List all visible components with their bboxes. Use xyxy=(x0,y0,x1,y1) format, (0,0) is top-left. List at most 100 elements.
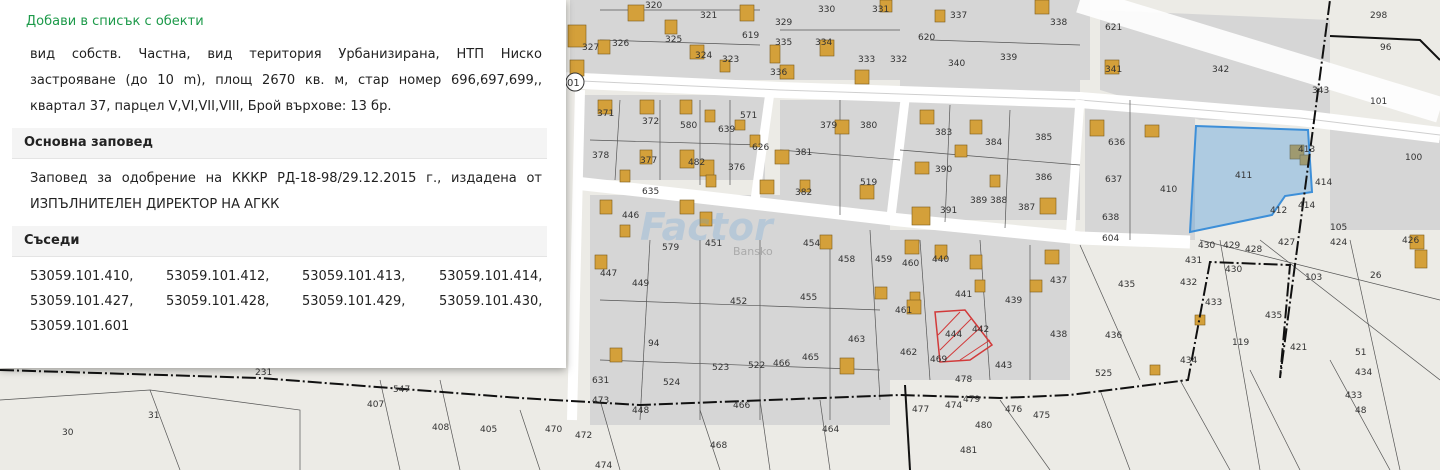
neighbor-item[interactable]: 53059.101.410, xyxy=(30,264,166,289)
svg-text:464: 464 xyxy=(822,425,839,435)
svg-text:336: 336 xyxy=(770,68,787,78)
svg-text:430: 430 xyxy=(1225,265,1242,275)
svg-text:469: 469 xyxy=(930,355,947,365)
svg-text:427: 427 xyxy=(1278,238,1295,248)
svg-text:332: 332 xyxy=(890,55,907,65)
svg-text:430: 430 xyxy=(1198,241,1215,251)
svg-text:637: 637 xyxy=(1105,175,1122,185)
svg-text:522: 522 xyxy=(748,361,765,371)
svg-text:405: 405 xyxy=(480,425,497,435)
svg-text:320: 320 xyxy=(645,1,662,11)
svg-text:443: 443 xyxy=(995,361,1012,371)
svg-text:333: 333 xyxy=(858,55,875,65)
svg-text:524: 524 xyxy=(663,378,680,388)
order-text: Заповед за одобрение на КККР РД-18-98/29… xyxy=(30,171,542,212)
parcel-info-panel: Добави в списък с обекти вид собств. Час… xyxy=(0,0,566,368)
parcel-description: вид собств. Частна, вид територия Урбани… xyxy=(30,47,542,114)
svg-text:342: 342 xyxy=(1212,65,1229,75)
svg-text:428: 428 xyxy=(1245,245,1262,255)
neighbors-list: 53059.101.410, 53059.101.412, 53059.101.… xyxy=(30,264,550,339)
svg-text:571: 571 xyxy=(740,111,757,121)
svg-text:440: 440 xyxy=(932,255,949,265)
svg-text:458: 458 xyxy=(838,255,855,265)
svg-text:337: 337 xyxy=(950,11,967,21)
order-heading: Основна заповед xyxy=(12,128,547,159)
svg-text:461: 461 xyxy=(895,306,912,316)
svg-text:525: 525 xyxy=(1095,369,1112,379)
svg-text:478: 478 xyxy=(955,375,972,385)
svg-text:466: 466 xyxy=(773,359,790,369)
svg-text:547: 547 xyxy=(393,385,410,395)
svg-text:119: 119 xyxy=(1232,338,1249,348)
svg-text:636: 636 xyxy=(1108,138,1125,148)
svg-text:388: 388 xyxy=(990,196,1007,206)
svg-text:477: 477 xyxy=(912,405,929,415)
svg-text:434: 434 xyxy=(1355,368,1372,378)
neighbor-item[interactable]: 53059.101.430, xyxy=(439,289,559,314)
svg-text:378: 378 xyxy=(592,151,609,161)
svg-text:105: 105 xyxy=(1330,223,1347,233)
svg-text:424: 424 xyxy=(1330,238,1347,248)
watermark-logo: Factor xyxy=(640,205,773,249)
svg-text:433: 433 xyxy=(1345,391,1362,401)
svg-text:382: 382 xyxy=(795,188,812,198)
svg-text:472: 472 xyxy=(575,431,592,441)
neighbor-item[interactable]: 53059.101.412, xyxy=(166,264,302,289)
svg-text:426: 426 xyxy=(1402,236,1419,246)
svg-text:48: 48 xyxy=(1355,406,1367,416)
svg-text:330: 330 xyxy=(818,5,835,15)
svg-text:387: 387 xyxy=(1018,203,1035,213)
svg-text:480: 480 xyxy=(975,421,992,431)
svg-text:410: 410 xyxy=(1160,185,1177,195)
neighbor-item[interactable]: 53059.101.429, xyxy=(302,289,439,314)
neighbor-item[interactable]: 53059.101.601 xyxy=(30,314,166,339)
svg-text:476: 476 xyxy=(1005,405,1022,415)
svg-text:380: 380 xyxy=(860,121,877,131)
boundary-line-s xyxy=(904,384,911,470)
svg-text:604: 604 xyxy=(1102,234,1119,244)
svg-text:26: 26 xyxy=(1370,271,1382,281)
svg-text:231: 231 xyxy=(255,368,272,378)
svg-text:447: 447 xyxy=(600,269,617,279)
svg-text:343: 343 xyxy=(1312,86,1329,96)
svg-text:431: 431 xyxy=(1185,256,1202,266)
svg-text:619: 619 xyxy=(742,31,759,41)
svg-text:466: 466 xyxy=(733,401,750,411)
neighbor-item[interactable]: 53059.101.428, xyxy=(166,289,302,314)
svg-text:626: 626 xyxy=(752,143,769,153)
svg-text:429: 429 xyxy=(1223,241,1240,251)
neighbor-item[interactable]: 53059.101.427, xyxy=(30,289,166,314)
svg-text:389: 389 xyxy=(970,196,987,206)
svg-text:325: 325 xyxy=(665,35,682,45)
svg-text:339: 339 xyxy=(1000,53,1017,63)
svg-text:414: 414 xyxy=(1315,178,1332,188)
svg-text:413: 413 xyxy=(1298,145,1315,155)
svg-text:620: 620 xyxy=(918,33,935,43)
svg-text:101: 101 xyxy=(1370,97,1387,107)
svg-text:326: 326 xyxy=(612,39,629,49)
add-to-list-link[interactable]: Добави в списък с обекти xyxy=(26,14,204,29)
svg-text:334: 334 xyxy=(815,38,832,48)
svg-text:51: 51 xyxy=(1355,348,1366,358)
svg-text:435: 435 xyxy=(1118,280,1135,290)
svg-text:635: 635 xyxy=(642,187,659,197)
svg-text:459: 459 xyxy=(875,255,892,265)
svg-text:31: 31 xyxy=(148,411,159,421)
neighbor-item[interactable]: 53059.101.414, xyxy=(439,264,559,289)
svg-text:638: 638 xyxy=(1102,213,1119,223)
neighbor-item[interactable]: 53059.101.413, xyxy=(302,264,439,289)
svg-text:386: 386 xyxy=(1035,173,1052,183)
svg-text:407: 407 xyxy=(367,400,384,410)
svg-text:473: 473 xyxy=(592,396,609,406)
svg-text:381: 381 xyxy=(795,148,812,158)
svg-text:335: 335 xyxy=(775,38,792,48)
order-heading-label: Основна заповед xyxy=(24,135,153,150)
svg-text:474: 474 xyxy=(595,461,612,470)
svg-text:103: 103 xyxy=(1305,273,1322,283)
svg-text:385: 385 xyxy=(1035,133,1052,143)
svg-text:474: 474 xyxy=(945,401,962,411)
svg-text:379: 379 xyxy=(820,121,837,131)
svg-text:384: 384 xyxy=(985,138,1002,148)
svg-text:482: 482 xyxy=(688,158,705,168)
svg-text:324: 324 xyxy=(695,51,712,61)
